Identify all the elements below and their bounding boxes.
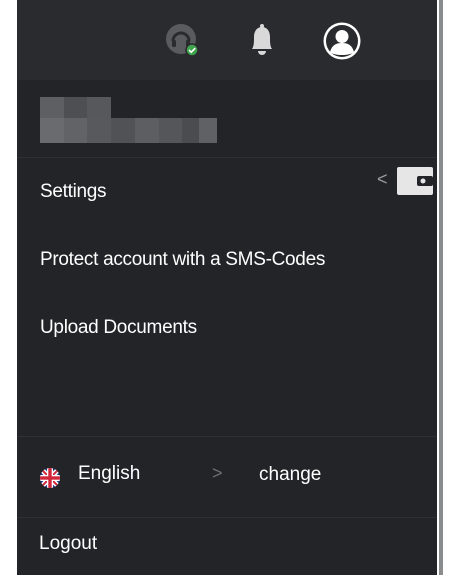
username-redacted (40, 97, 217, 143)
logout-button[interactable]: Logout (39, 533, 97, 555)
language-row[interactable]: English > change (17, 443, 437, 513)
menu-item-settings[interactable]: Settings (40, 181, 107, 203)
chevron-left-icon: < (377, 169, 388, 189)
wallet-tab[interactable]: < (377, 167, 442, 195)
change-language-link[interactable]: change (259, 464, 321, 486)
support-button[interactable] (164, 22, 200, 58)
account-menu-panel: < Settings Protect account with a SMS-Co… (17, 0, 437, 575)
divider (17, 517, 437, 518)
menu-item-sms-protection[interactable]: Protect account with a SMS-Codes (40, 249, 325, 271)
wallet-icon (397, 167, 433, 195)
chevron-right-icon: > (212, 463, 223, 483)
bell-icon (252, 24, 272, 55)
notifications-button[interactable] (246, 21, 278, 59)
language-label: English (78, 463, 141, 484)
scrollbar[interactable] (439, 0, 443, 575)
profile-button[interactable] (322, 21, 362, 61)
uk-flag-icon (40, 468, 60, 488)
divider (17, 436, 437, 437)
menu-item-upload-documents[interactable]: Upload Documents (40, 317, 197, 339)
user-icon (323, 22, 361, 60)
divider (17, 157, 437, 158)
header-bar (17, 0, 437, 80)
headset-icon (166, 24, 199, 57)
